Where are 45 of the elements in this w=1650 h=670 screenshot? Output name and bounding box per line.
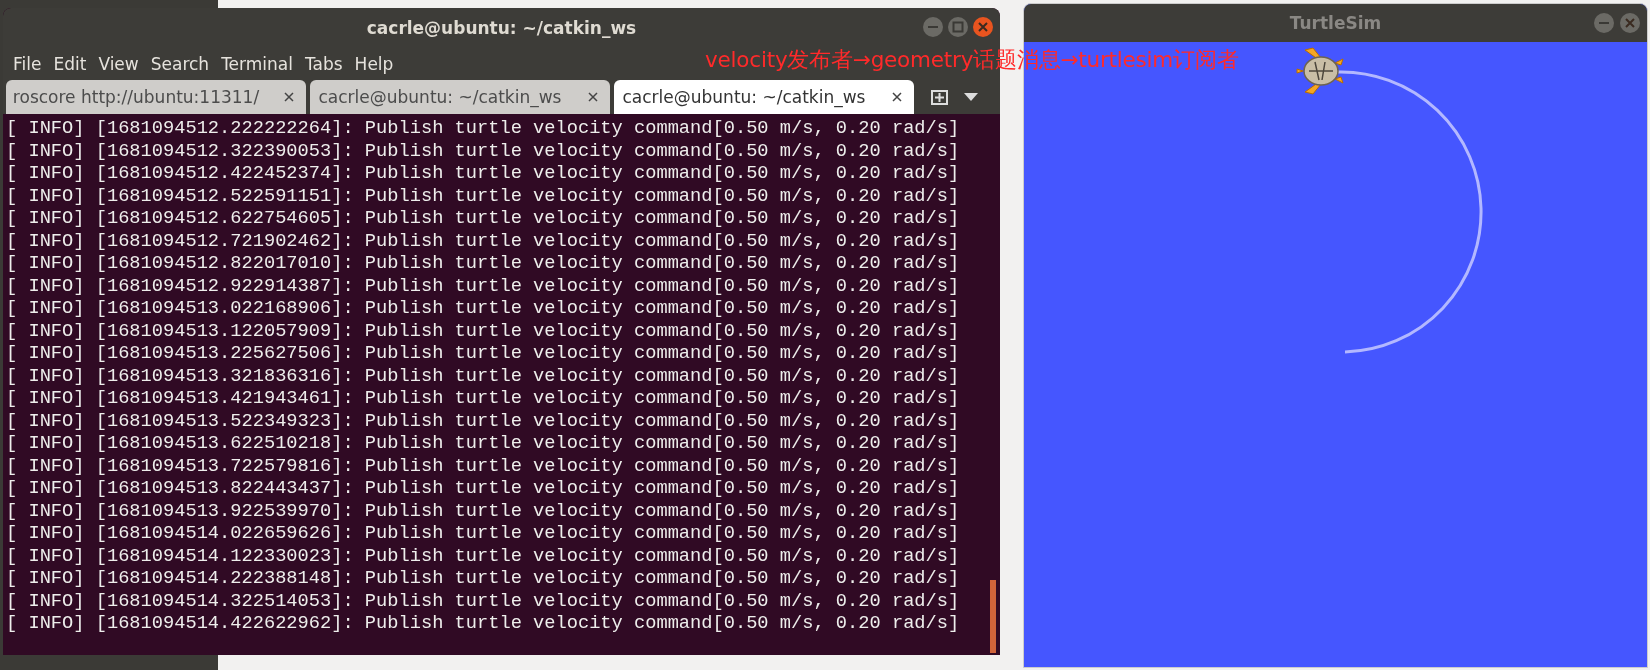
log-line: [ INFO] [1681094513.722579816]: Publish turtle velocity command[0.50 m/s, 0.20 rad/s] <box>6 454 961 477</box>
log-line: [ INFO] [1681094512.322390053]: Publish turtle velocity command[0.50 m/s, 0.20 rad/s] <box>6 139 961 162</box>
tab[interactable]: cacrle@ubuntu: ~/catkin_ws <box>614 80 914 114</box>
log-line: [ INFO] [1681094514.022659626]: Publish turtle velocity command[0.50 m/s, 0.20 rad/s] <box>6 522 961 545</box>
menu-item[interactable]: Tabs <box>300 53 351 74</box>
log-line: [ INFO] [1681094513.922539970]: Publish turtle velocity command[0.50 m/s, 0.20 rad/s] <box>6 499 961 522</box>
log-line: [ INFO] [1681094513.122057909]: Publish turtle velocity command[0.50 m/s, 0.20 rad/s] <box>6 319 961 342</box>
log-line: [ INFO] [1681094512.522591151]: Publish turtle velocity command[0.50 m/s, 0.20 rad/s] <box>6 184 961 207</box>
log-line: [ INFO] [1681094513.225627506]: Publish turtle velocity command[0.50 m/s, 0.20 rad/s] <box>6 342 961 365</box>
close-icon[interactable] <box>892 92 902 102</box>
menu-item[interactable]: Help <box>350 53 402 74</box>
menu-item[interactable]: Edit <box>49 53 95 74</box>
log-line: [ INFO] [1681094513.321836316]: Publish turtle velocity command[0.50 m/s, 0.20 rad/s] <box>6 364 961 387</box>
log-line: [ INFO] [1681094513.822443437]: Publish turtle velocity command[0.50 m/s, 0.20 rad/s] <box>6 477 961 500</box>
window-title: cacrle@ubuntu: ~/catkin_ws <box>366 17 637 38</box>
close-icon[interactable] <box>588 92 598 102</box>
tab[interactable]: cacrle@ubuntu: ~/catkin_ws <box>310 80 610 114</box>
close-icon[interactable] <box>284 92 294 102</box>
log-line: [ INFO] [1681094512.721902462]: Publish turtle velocity command[0.50 m/s, 0.20 rad/s] <box>6 229 961 252</box>
log-line: [ INFO] [1681094514.122330023]: Publish turtle velocity command[0.50 m/s, 0.20 rad/s] <box>6 544 961 567</box>
log-line: [ INFO] [1681094512.622754605]: Publish turtle velocity command[0.50 m/s, 0.20 rad/s] <box>6 207 961 230</box>
tab[interactable]: roscore http://ubuntu:11311/ <box>6 80 306 114</box>
menu-item[interactable]: Terminal <box>217 53 301 74</box>
window-title: TurtleSim <box>1289 13 1382 33</box>
minimize-icon[interactable] <box>1593 12 1615 34</box>
log-line: [ INFO] [1681094512.822017010]: Publish turtle velocity command[0.50 m/s, 0.20 rad/s] <box>6 252 961 275</box>
log-line: [ INFO] [1681094513.022168906]: Publish turtle velocity command[0.50 m/s, 0.20 rad/s] <box>6 297 961 320</box>
menu-item[interactable]: View <box>94 53 147 74</box>
log-line: [ INFO] [1681094512.422452374]: Publish turtle velocity command[0.50 m/s, 0.20 rad/s] <box>6 162 961 185</box>
turtle-drawing <box>1296 47 1344 95</box>
log-line: [ INFO] [1681094514.422622962]: Publish turtle velocity command[0.50 m/s, 0.20 rad/s] <box>6 612 961 635</box>
minimize-icon[interactable] <box>922 16 944 38</box>
log-line: [ INFO] [1681094512.222222264]: Publish turtle velocity command[0.50 m/s, 0.20 rad/s] <box>6 117 961 140</box>
log-line: [ INFO] [1681094513.421943461]: Publish turtle velocity command[0.50 m/s, 0.20 rad/s] <box>6 387 961 410</box>
log-line: [ INFO] [1681094513.622510218]: Publish turtle velocity command[0.50 m/s, 0.20 rad/s] <box>6 432 961 455</box>
log-line: [ INFO] [1681094514.222388148]: Publish turtle velocity command[0.50 m/s, 0.20 rad/s] <box>6 567 961 590</box>
maximize-icon[interactable] <box>947 16 969 38</box>
menu-item[interactable]: Search <box>146 53 218 74</box>
caret-icon[interactable] <box>964 93 978 101</box>
log-line: [ INFO] [1681094513.522349323]: Publish turtle velocity command[0.50 m/s, 0.20 rad/s] <box>6 409 961 432</box>
log-line: [ INFO] [1681094514.322514053]: Publish turtle velocity command[0.50 m/s, 0.20 rad/s] <box>6 589 961 612</box>
log-line: [ INFO] [1681094512.922914387]: Publish turtle velocity command[0.50 m/s, 0.20 rad/s] <box>6 274 961 297</box>
new-tab-icon[interactable] <box>930 87 950 107</box>
menu-item[interactable]: File <box>9 53 50 74</box>
scrollbar[interactable] <box>990 580 996 653</box>
